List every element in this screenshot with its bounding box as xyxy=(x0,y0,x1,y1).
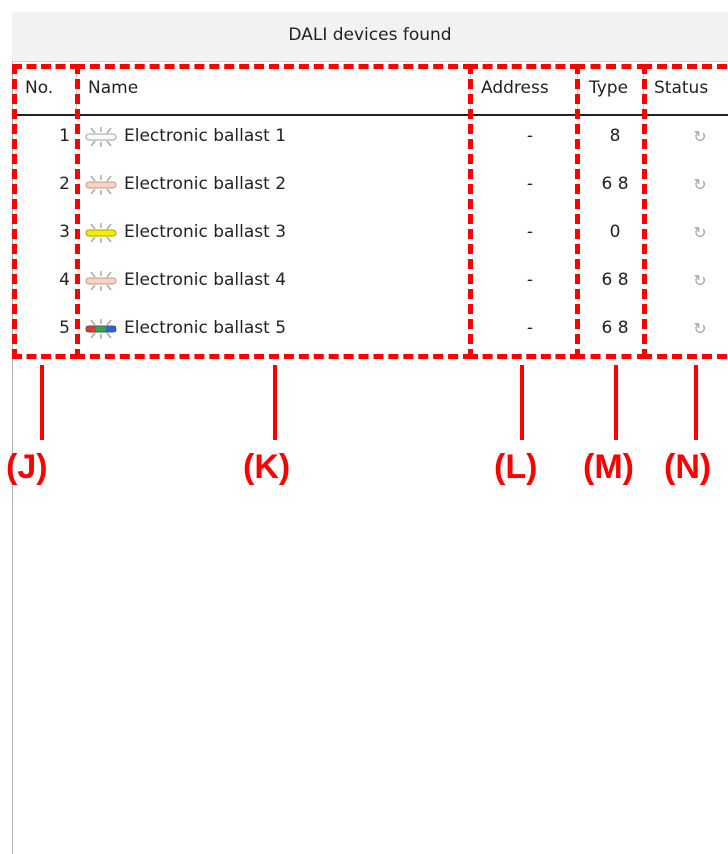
callout-label-j: (J) xyxy=(6,448,48,486)
panel-title-bar: DALI devices found xyxy=(12,12,728,62)
callout-label-m: (M) xyxy=(583,448,634,486)
callout-pointer-m xyxy=(614,365,618,440)
callout-label-k: (K) xyxy=(243,448,291,486)
callout-pointer-n xyxy=(694,365,698,440)
annotation-box-k xyxy=(75,64,473,359)
callout-pointer-k xyxy=(273,365,277,440)
annotation-box-n xyxy=(642,64,728,359)
callout-pointer-l xyxy=(520,365,524,440)
callout-label-n: (N) xyxy=(664,448,712,486)
callout-pointer-j xyxy=(40,365,44,440)
annotation-box-l xyxy=(468,64,580,359)
callout-label-l: (L) xyxy=(494,448,538,486)
annotation-box-j xyxy=(12,64,80,359)
annotation-box-m xyxy=(575,64,647,359)
panel-title: DALI devices found xyxy=(288,25,452,45)
